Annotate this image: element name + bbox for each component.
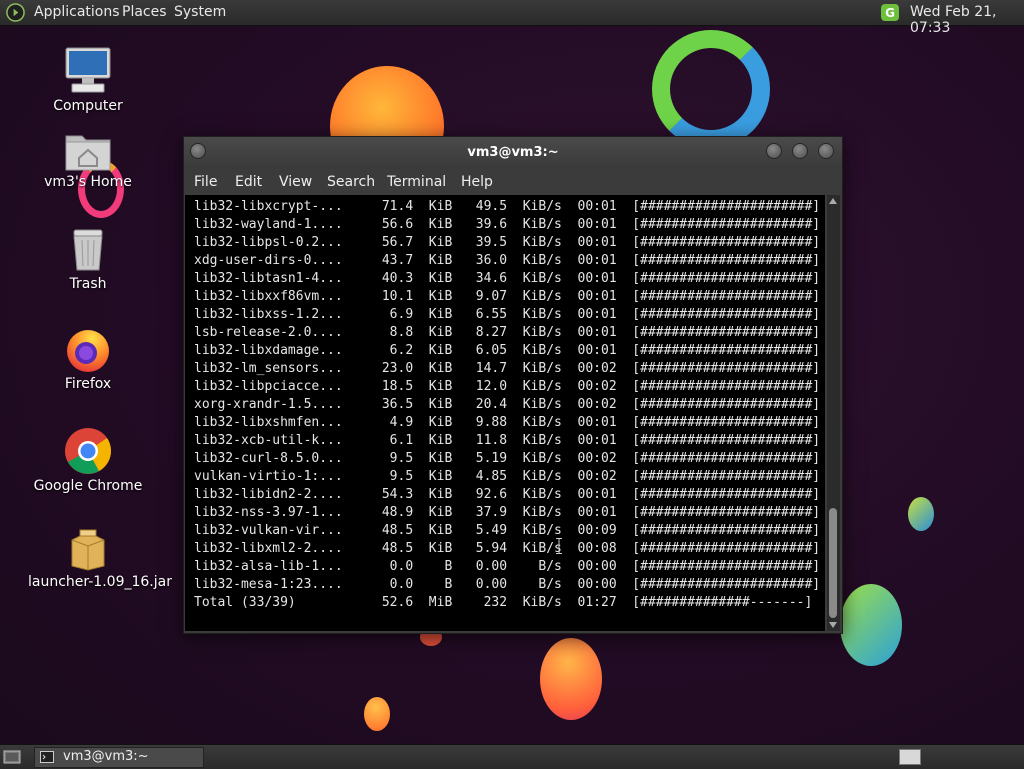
trash-icon [73, 229, 103, 271]
terminal-line: lib32-libpciacce... 18.5 KiB 12.0 KiB/s … [194, 379, 825, 394]
terminal-line: lib32-libxdamage... 6.2 KiB 6.05 KiB/s 0… [194, 343, 825, 358]
terminal-line: lib32-xcb-util-k... 6.1 KiB 11.8 KiB/s 0… [194, 433, 825, 448]
terminal-line: lib32-libtasn1-4... 40.3 KiB 34.6 KiB/s … [194, 271, 825, 286]
minimize-button[interactable] [766, 143, 782, 159]
wallpaper-green-ring [652, 30, 770, 148]
taskbar-terminal-button[interactable]: vm3@vm3:~ [34, 747, 204, 768]
terminal-line: lib32-libxml2-2.... 48.5 KiB 5.94 KiB/s … [194, 541, 825, 556]
update-manager-icon[interactable]: G [880, 3, 900, 22]
menu-edit[interactable]: Edit [235, 174, 262, 190]
terminal-menubar: File Edit View Search Terminal Help [184, 169, 842, 195]
top-panel: Applications Places System G Wed Feb 21,… [0, 0, 1024, 36]
menu-applications[interactable]: Applications [34, 4, 120, 20]
terminal-line: xorg-xrandr-1.5.... 36.5 KiB 20.4 KiB/s … [194, 397, 825, 412]
terminal-line: vulkan-virtio-1:... 9.5 KiB 4.85 KiB/s 0… [194, 469, 825, 484]
desktop-icon-label: Firefox [64, 376, 112, 392]
terminal-scrollbar[interactable] [827, 195, 840, 631]
close-button[interactable] [818, 143, 834, 159]
taskbar-button-label: vm3@vm3:~ [63, 749, 149, 764]
wallpaper-orange-egg [540, 638, 602, 720]
desktop-icon-label: launcher-1.09_16.jar [28, 574, 172, 590]
computer-icon [65, 47, 111, 93]
desktop-icon-label: Computer [53, 98, 123, 114]
terminal-window[interactable]: vm3@vm3:~ File Edit View Search Terminal… [183, 136, 843, 634]
desktop-icon-computer[interactable]: Computer [28, 44, 148, 114]
terminal-line: lib32-nss-3.97-1... 48.9 KiB 37.9 KiB/s … [194, 505, 825, 520]
chrome-icon [65, 428, 112, 474]
terminal-line: lib32-vulkan-vir... 48.5 KiB 5.49 KiB/s … [194, 523, 825, 538]
desktop-icon-home[interactable]: vm3's Home [28, 128, 148, 190]
firefox-icon [67, 330, 109, 372]
terminal-line: lib32-mesa-1:23.... 0.0 B 0.00 B/s 00:00… [194, 577, 825, 592]
menu-file[interactable]: File [194, 174, 217, 190]
terminal-line: lib32-libxcrypt-... 71.4 KiB 49.5 KiB/s … [194, 199, 825, 214]
desktop-icon-label: vm3's Home [44, 174, 132, 190]
menu-view[interactable]: View [279, 174, 312, 190]
menu-help[interactable]: Help [461, 174, 493, 190]
terminal-line: lib32-lm_sensors... 23.0 KiB 14.7 KiB/s … [194, 361, 825, 376]
terminal-line: lib32-libxss-1.2... 6.9 KiB 6.55 KiB/s 0… [194, 307, 825, 322]
scrollbar-thumb[interactable] [829, 508, 837, 618]
terminal-line: lib32-curl-8.5.0... 9.5 KiB 5.19 KiB/s 0… [194, 451, 825, 466]
terminal-line: lib32-alsa-lib-1... 0.0 B 0.00 B/s 00:00… [194, 559, 825, 574]
terminal-line: lib32-wayland-1.... 56.6 KiB 39.6 KiB/s … [194, 217, 825, 232]
desktop-icon-label: Trash [69, 276, 107, 292]
menu-places[interactable]: Places [122, 4, 167, 20]
home-folder-icon [65, 135, 111, 171]
show-desktop-icon[interactable] [3, 749, 21, 765]
menu-search[interactable]: Search [327, 174, 375, 190]
terminal-total-line: Total (33/39) 52.6 MiB 232 KiB/s 01:27 [… [194, 595, 825, 610]
bottom-panel: vm3@vm3:~ [0, 744, 1024, 769]
mint-menu-icon[interactable] [6, 3, 25, 22]
menu-terminal[interactable]: Terminal [387, 174, 446, 190]
workspace-switcher[interactable] [899, 749, 921, 765]
desktop-icon-label: Google Chrome [33, 478, 143, 494]
desktop-icon-trash[interactable]: Trash [28, 226, 148, 292]
terminal-output[interactable]: lib32-libxcrypt-... 71.4 KiB 49.5 KiB/s … [185, 195, 825, 631]
desktop-icon-firefox[interactable]: Firefox [28, 326, 148, 392]
terminal-icon [40, 751, 54, 763]
terminal-line: lib32-libidn2-2.... 54.3 KiB 92.6 KiB/s … [194, 487, 825, 502]
terminal-line: lib32-libxshmfen... 4.9 KiB 9.88 KiB/s 0… [194, 415, 825, 430]
scroll-down-arrow-icon[interactable] [829, 622, 837, 628]
menu-system[interactable]: System [174, 4, 226, 20]
terminal-line: lib32-libxxf86vm... 10.1 KiB 9.07 KiB/s … [194, 289, 825, 304]
wallpaper-blue-green-blob [840, 584, 902, 666]
scroll-up-arrow-icon[interactable] [829, 198, 837, 204]
jar-package-icon [71, 529, 105, 571]
maximize-button[interactable] [792, 143, 808, 159]
desktop-icon-chrome[interactable]: Google Chrome [28, 426, 148, 494]
desktop-icon-jar[interactable]: launcher-1.09_16.jar [28, 528, 172, 590]
terminal-line: lib32-libpsl-0.2... 56.7 KiB 39.5 KiB/s … [194, 235, 825, 250]
clock[interactable]: Wed Feb 21, 07:33 [910, 4, 1024, 36]
window-title: vm3@vm3:~ [467, 145, 559, 160]
wallpaper-small-blue-blob [908, 497, 934, 531]
svg-text:G: G [885, 6, 895, 20]
terminal-line: xdg-user-dirs-0.... 43.7 KiB 36.0 KiB/s … [194, 253, 825, 268]
wallpaper-small-orange-egg [364, 697, 390, 731]
terminal-titlebar[interactable]: vm3@vm3:~ [184, 137, 842, 169]
text-cursor-icon [556, 538, 562, 554]
terminal-line: lsb-release-2.0.... 8.8 KiB 8.27 KiB/s 0… [194, 325, 825, 340]
